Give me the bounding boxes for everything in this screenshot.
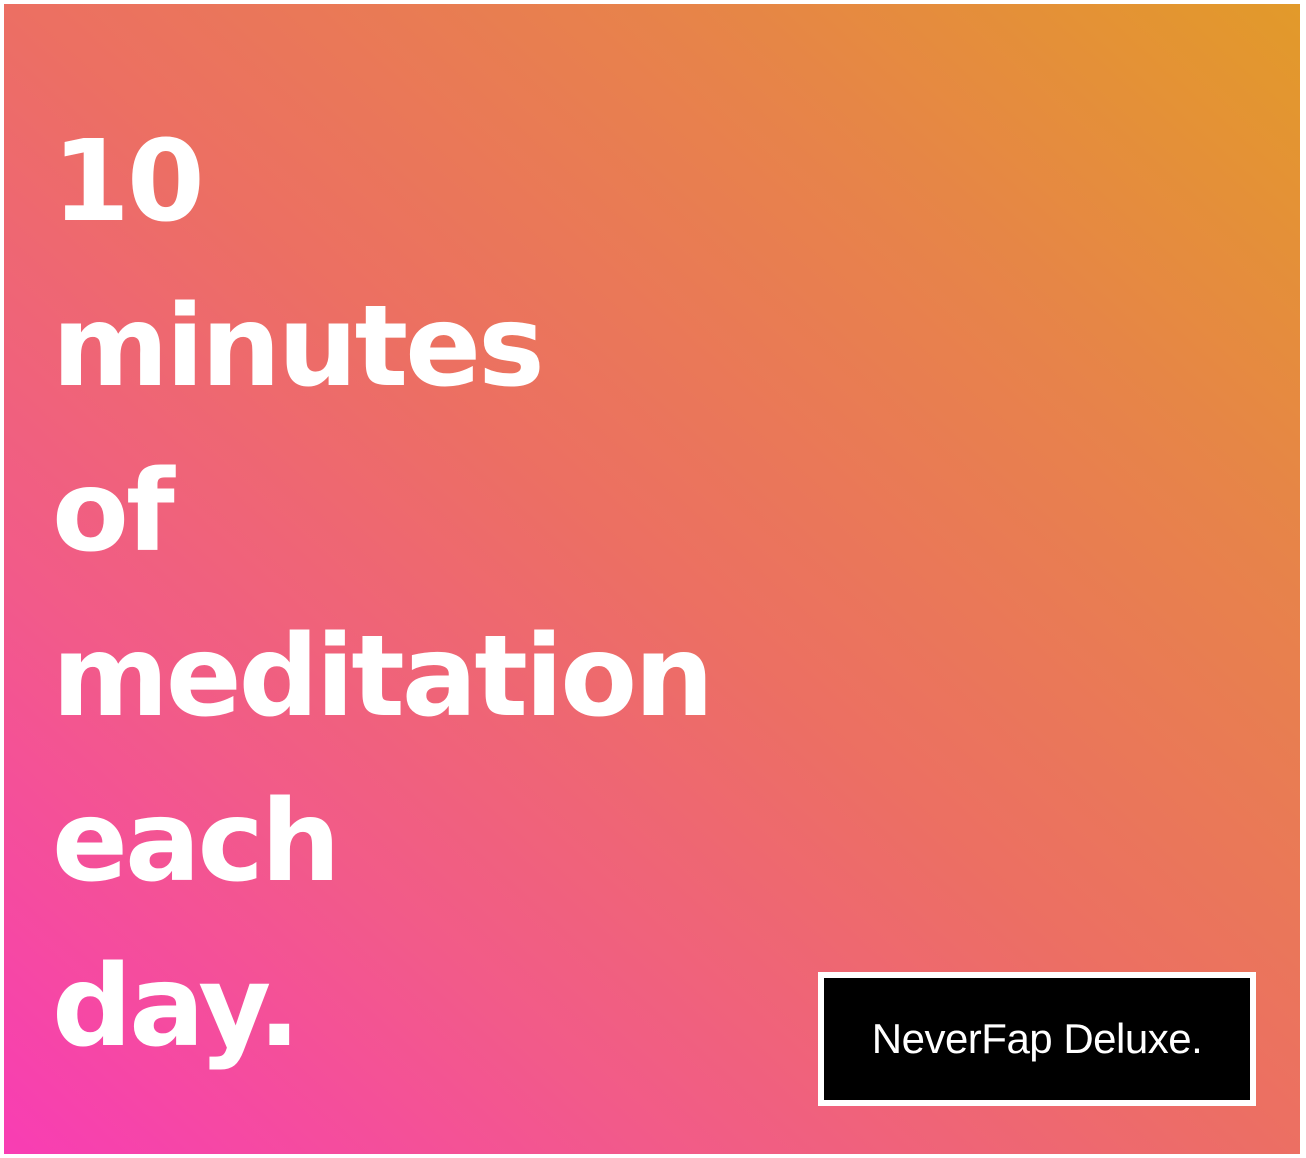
brand-badge: NeverFap Deluxe. xyxy=(818,972,1256,1106)
headline: 10 minutes of meditation each day. xyxy=(52,100,714,1090)
headline-line: meditation xyxy=(52,612,714,742)
headline-line: of xyxy=(52,447,175,577)
promo-card: 10 minutes of meditation each day. Never… xyxy=(4,4,1300,1154)
headline-line: minutes xyxy=(52,282,545,412)
headline-line: day. xyxy=(52,942,301,1072)
headline-line: 10 xyxy=(52,117,205,247)
headline-line: each xyxy=(52,777,341,907)
